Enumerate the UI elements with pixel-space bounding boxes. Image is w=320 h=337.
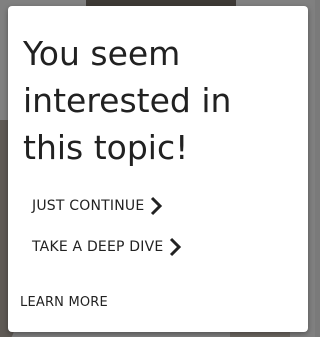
learn-more-link[interactable]: LEARN MORE: [20, 295, 108, 310]
just-continue-button[interactable]: JUST CONTINUE: [32, 194, 163, 218]
dialog-headline: You seem interested in this topic!: [23, 34, 232, 167]
chevron-right-icon: [170, 237, 182, 257]
chevron-right-icon: [151, 196, 163, 216]
take-a-deep-dive-label: TAKE A DEEP DIVE: [32, 239, 164, 255]
topic-interest-dialog: You seem interested in this topic! JUST …: [8, 6, 308, 332]
take-a-deep-dive-button[interactable]: TAKE A DEEP DIVE: [32, 235, 182, 259]
just-continue-label: JUST CONTINUE: [32, 198, 145, 214]
